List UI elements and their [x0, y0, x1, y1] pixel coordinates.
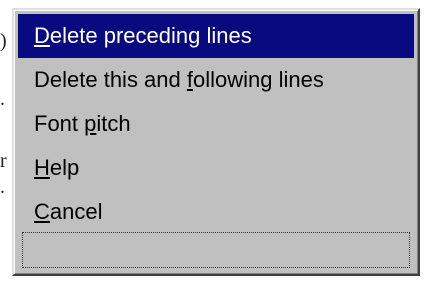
menu-item-label-prefix: Font: [34, 111, 85, 136]
menu-item-label-suffix: ancel: [49, 199, 103, 224]
background-glyph: .: [0, 176, 5, 198]
menu-item-label-suffix: elp: [49, 155, 80, 180]
background-glyph: ): [0, 30, 7, 52]
background-glyph: r: [0, 150, 7, 172]
menu-item-font-pitch[interactable]: Font pitch: [18, 102, 414, 146]
status-field: [22, 232, 410, 268]
menu-item-accelerator-key: H: [34, 155, 50, 180]
menu-item-accelerator-key: p: [84, 111, 97, 136]
background-glyph: .: [0, 88, 5, 110]
menu-item-cancel[interactable]: Cancel: [18, 190, 414, 234]
menu-item-accelerator-key: D: [34, 23, 50, 48]
menu-item-label-suffix: itch: [96, 111, 131, 136]
menu-item-delete-this-and-following-lines[interactable]: Delete this and following lines: [18, 58, 414, 102]
menu-item-label-suffix: elete preceding lines: [49, 23, 252, 48]
menu-item-label-suffix: ollowing lines: [193, 67, 324, 92]
menu-item-accelerator-key: C: [34, 199, 50, 224]
menu-item-delete-preceding-lines[interactable]: Delete preceding lines: [18, 14, 414, 58]
background-document-edge: ) . r .: [0, 0, 12, 289]
menu-item-list: Delete preceding lines Delete this and f…: [18, 14, 414, 234]
menu-item-label-prefix: Delete this and: [34, 67, 187, 92]
menu-item-help[interactable]: Help: [18, 146, 414, 190]
context-menu: Delete preceding lines Delete this and f…: [12, 8, 420, 276]
